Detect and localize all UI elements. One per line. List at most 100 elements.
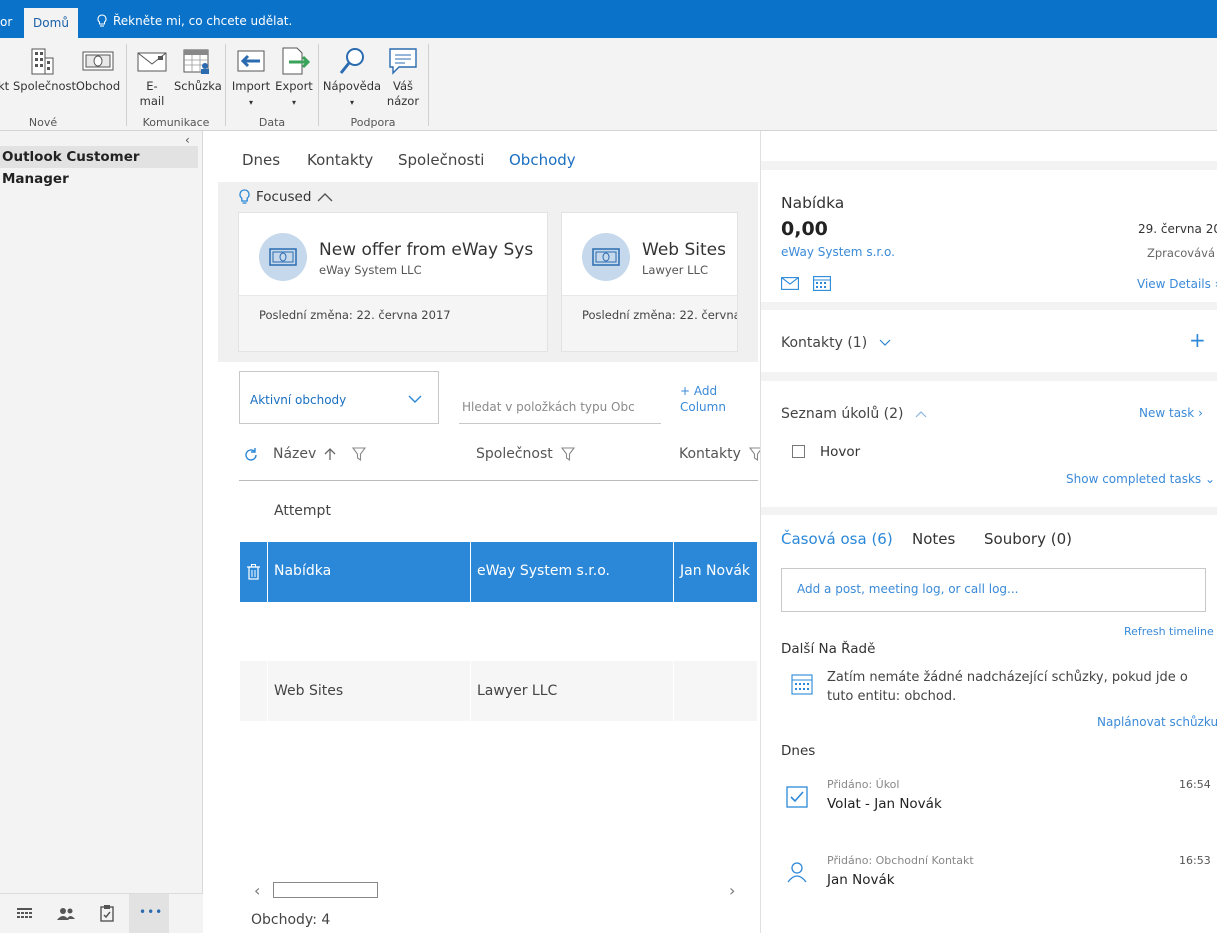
next-up-heading: Další Na Řadě (781, 641, 876, 657)
column-header-contacts[interactable]: Kontakty (679, 446, 763, 462)
task-checked-icon (786, 786, 808, 808)
refresh-timeline-link[interactable]: Refresh timeline (1124, 625, 1214, 638)
ribbon-separator (225, 44, 226, 126)
pane-title: Outlook Customer Manager (0, 146, 198, 187)
add-column-button[interactable]: + Add Column (680, 383, 726, 415)
focused-toggle[interactable]: Focused (239, 189, 333, 205)
left-pane (0, 131, 203, 933)
chevron-up-icon (916, 411, 927, 418)
module-switcher: ••• (0, 893, 203, 933)
header-divider (239, 480, 758, 481)
focused-card[interactable]: Web Sites Lawyer LLC Poslední změna: 22.… (561, 212, 738, 352)
contacts-section: Kontakty (1) + (761, 310, 1217, 372)
tab-deals[interactable]: Obchody (509, 151, 576, 169)
feedback-button[interactable]: Váš názor (385, 46, 421, 109)
import-icon (237, 50, 265, 72)
import-button[interactable]: Import ▾ (231, 46, 271, 110)
timeline-item-text[interactable]: Volat - Jan Novák (827, 796, 942, 812)
scroll-left-button[interactable]: ‹ (254, 881, 260, 900)
tell-me-box[interactable]: Řekněte mi, co chcete udělat. (96, 14, 292, 28)
tasks-header[interactable]: Seznam úkolů (2) (781, 406, 927, 422)
email-label-2: mail (139, 94, 165, 108)
export-button[interactable]: Export ▾ (274, 46, 314, 110)
table-row[interactable]: Web Sites Lawyer LLC (240, 661, 757, 721)
deal-company-link[interactable]: eWay System s.r.o. (781, 245, 895, 259)
tab-today[interactable]: Dnes (242, 151, 280, 169)
show-completed-link[interactable]: Show completed tasks ⌄ (1066, 472, 1215, 486)
detail-top-strip (761, 131, 1217, 161)
chevron-down-icon: ⌄ (1205, 472, 1216, 486)
export-icon (282, 47, 311, 75)
collapse-pane-button[interactable]: ‹ (185, 133, 190, 147)
tab-contacts[interactable]: Kontakty (307, 151, 373, 169)
filter-icon[interactable] (352, 447, 367, 461)
calendar-icon (791, 674, 813, 695)
people-module-icon[interactable] (57, 907, 75, 921)
tab-home[interactable]: Domů (24, 8, 78, 38)
table-row[interactable]: Attempt (274, 503, 331, 519)
chevron-down-icon (879, 339, 891, 346)
view-filter-value: Aktivní obchody (250, 393, 347, 407)
more-modules-button[interactable]: ••• (129, 894, 169, 933)
add-contact-button[interactable]: + (1189, 328, 1206, 352)
focused-card[interactable]: New offer from eWay Sys eWay System LLC … (238, 212, 548, 352)
tell-me-text: Řekněte mi, co chcete udělat. (113, 14, 293, 28)
view-filter-dropdown[interactable]: Aktivní obchody (239, 371, 439, 424)
filter-icon[interactable] (560, 447, 575, 461)
cell-name: Web Sites (274, 683, 344, 699)
column-header-company[interactable]: Společnost (476, 446, 575, 462)
tasks-module-icon[interactable] (100, 905, 114, 922)
column-header-name[interactable]: Název (273, 446, 367, 462)
card-title: New offer from eWay Sys (319, 240, 534, 260)
email-button[interactable]: E- mail (135, 46, 169, 109)
contacts-header[interactable]: Kontakty (1) (781, 335, 891, 351)
cell-divider (470, 542, 471, 602)
refresh-icon[interactable] (243, 447, 259, 463)
tab-partial[interactable]: or (0, 15, 12, 29)
chevron-up-icon (317, 193, 333, 202)
card-company: Lawyer LLC (642, 263, 708, 277)
calendar-module-icon[interactable] (17, 908, 32, 920)
feedback-label-2: názor (386, 94, 420, 108)
add-column-label-1: + Add (680, 384, 718, 398)
task-item[interactable]: Hovor (820, 444, 860, 460)
calendar-icon[interactable] (813, 275, 831, 291)
meeting-button[interactable]: Schůzka (174, 46, 222, 94)
search-input[interactable] (459, 380, 661, 424)
deal-button[interactable]: Obchod (75, 46, 121, 94)
timeline-item-text[interactable]: Jan Novák (827, 872, 895, 888)
ribbon-separator (318, 44, 319, 126)
new-task-link[interactable]: New task › (1139, 406, 1203, 420)
arrow-up-icon[interactable] (324, 447, 336, 461)
lightbulb-icon (97, 14, 107, 27)
table-row-selected[interactable]: Nabídka eWay System s.r.o. Jan Novák (240, 542, 757, 602)
tasks-section: Seznam úkolů (2) New task › Hovor Show c… (761, 381, 1217, 507)
contact-button[interactable]: kt (0, 79, 9, 94)
tab-files[interactable]: Soubory (0) (984, 530, 1072, 548)
money-icon (269, 248, 297, 266)
column-header-label: Kontakty (679, 446, 741, 462)
email-label-1: E- (146, 79, 158, 93)
delete-icon[interactable] (247, 564, 260, 580)
tab-timeline[interactable]: Časová osa (6) (781, 530, 893, 548)
timeline-item-time: 16:54 (1179, 778, 1211, 791)
task-checkbox[interactable] (792, 445, 805, 458)
deal-title: Nabídka (781, 194, 845, 212)
export-button-label: Export (275, 79, 313, 93)
lightbulb-icon (239, 189, 250, 204)
scroll-right-button[interactable]: › (729, 881, 735, 900)
help-button[interactable]: Nápověda ▾ (322, 46, 382, 110)
horizontal-scrollbar-thumb[interactable] (273, 882, 378, 898)
company-button[interactable]: Společnost (13, 46, 76, 94)
group-label-communication: Komunikace (142, 116, 210, 129)
post-input[interactable]: Add a post, meeting log, or call log... (781, 568, 1206, 612)
post-input-placeholder: Add a post, meeting log, or call log... (797, 582, 1019, 596)
timeline-section: Časová osa (6) Notes Soubory (0) Add a p… (761, 515, 1217, 933)
deal-avatar (582, 233, 630, 281)
mail-icon[interactable] (781, 277, 799, 290)
ribbon-separator (126, 44, 127, 126)
schedule-meeting-link[interactable]: Naplánovat schůzku (1097, 715, 1217, 729)
tab-notes[interactable]: Notes (912, 530, 955, 548)
view-details-link[interactable]: View Details › (1137, 277, 1217, 291)
tab-companies[interactable]: Společnosti (398, 151, 484, 169)
